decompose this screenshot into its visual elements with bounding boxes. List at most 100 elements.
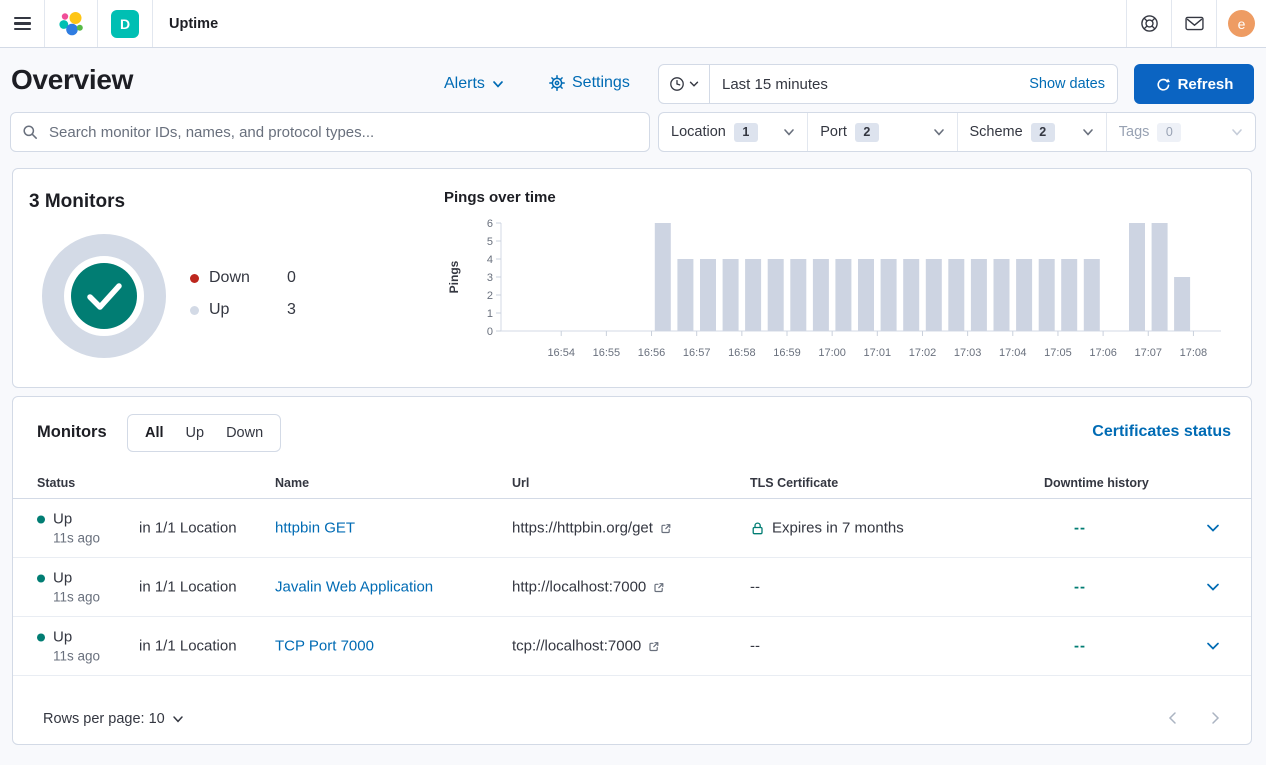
status-summary-panel: 3 Monitors Down0Up3 Pings over time 0123…: [12, 168, 1252, 388]
ping-bar: [1084, 259, 1100, 331]
column-header-name: Name: [275, 476, 309, 490]
svg-text:17:05: 17:05: [1044, 347, 1072, 359]
ping-bar: [835, 259, 851, 331]
filter-count-badge: 0: [1157, 123, 1181, 142]
filter-count-badge: 2: [855, 123, 879, 142]
table-row: Up11s ago in 1/1 Location Javalin Web Appl…: [13, 558, 1251, 617]
ping-bar: [1174, 277, 1190, 331]
filter-port[interactable]: Port2: [807, 113, 956, 151]
filter-group: Location1Port2Scheme2 Tags 0: [658, 112, 1256, 152]
chevron-down-icon: [1205, 638, 1221, 654]
certificates-status-link[interactable]: Certificates status: [1092, 423, 1231, 441]
location-cell: in 1/1 Location: [139, 579, 237, 596]
rows-per-page-label: Rows per page: 10: [43, 711, 165, 727]
svg-text:4: 4: [487, 254, 493, 266]
tab-up[interactable]: Up: [175, 425, 216, 441]
status-line: Up: [37, 511, 100, 528]
refresh-label: Refresh: [1178, 76, 1234, 93]
alerts-dropdown-button[interactable]: Alerts: [444, 75, 504, 93]
help-button[interactable]: [1127, 0, 1171, 47]
ping-bar: [994, 259, 1010, 331]
expand-row-button[interactable]: [1203, 518, 1223, 538]
page-title: Overview: [11, 64, 133, 96]
svg-text:17:06: 17:06: [1089, 347, 1117, 359]
monitor-url-link[interactable]: http://localhost:7000: [512, 579, 665, 596]
top-navigation-bar: D Uptime e: [0, 0, 1266, 48]
svg-text:6: 6: [487, 218, 493, 230]
ping-bar: [971, 259, 987, 331]
column-header-status: Status: [37, 476, 75, 490]
chevron-down-icon: [1205, 520, 1221, 536]
next-page-button[interactable]: [1205, 708, 1225, 728]
ping-bar: [813, 259, 829, 331]
legend-item-up: Up3: [190, 299, 296, 321]
time-range-value[interactable]: Last 15 minutes: [710, 76, 1023, 93]
clock-icon: [669, 76, 685, 92]
ping-bar: [655, 223, 671, 331]
alerts-label: Alerts: [444, 75, 485, 93]
svg-text:17:01: 17:01: [864, 347, 892, 359]
svg-text:16:57: 16:57: [683, 347, 711, 359]
status-cell: Up11s ago: [37, 570, 100, 605]
svg-text:5: 5: [487, 236, 493, 248]
menu-button[interactable]: [0, 0, 44, 47]
monitors-donut-chart: [39, 231, 169, 361]
ping-bar: [1129, 223, 1145, 331]
search-input[interactable]: [47, 123, 638, 142]
svg-text:Pings: Pings: [447, 260, 461, 293]
last-check-time: 11s ago: [53, 649, 100, 664]
rows-per-page-button[interactable]: Rows per page: 10: [37, 710, 190, 728]
status-cell: Up 11s ago: [37, 629, 100, 664]
ping-bar: [1152, 223, 1168, 331]
external-link-icon: [648, 640, 660, 652]
ping-bar: [745, 259, 761, 331]
deployment-badge[interactable]: D: [98, 0, 152, 47]
monitor-url-link[interactable]: https://httpbin.org/get: [512, 520, 672, 537]
tls-text: --: [750, 638, 760, 655]
elastic-logo[interactable]: [45, 0, 97, 47]
filter-tags[interactable]: Tags 0: [1106, 113, 1255, 151]
svg-text:17:02: 17:02: [909, 347, 937, 359]
newsfeed-button[interactable]: [1172, 0, 1216, 47]
chart-title: Pings over time: [444, 189, 556, 206]
elastic-logo-icon: [58, 11, 84, 37]
filter-scheme[interactable]: Scheme2: [957, 113, 1106, 151]
expand-row-button[interactable]: [1203, 636, 1223, 656]
url-text: https://httpbin.org/get: [512, 520, 653, 537]
refresh-button[interactable]: Refresh: [1134, 64, 1254, 104]
monitor-url-link[interactable]: tcp://localhost:7000: [512, 638, 660, 655]
hamburger-icon: [14, 17, 31, 31]
tab-down[interactable]: Down: [215, 425, 274, 441]
user-avatar[interactable]: e: [1228, 10, 1255, 37]
show-dates-link[interactable]: Show dates: [1023, 75, 1117, 93]
monitor-name-link[interactable]: httpbin GET: [275, 520, 355, 537]
status-line: Up: [37, 629, 100, 646]
up-status-dot: [37, 574, 45, 582]
status-legend: Down0Up3: [190, 267, 296, 331]
downtime-history-cell: --: [1074, 638, 1086, 655]
up-status-dot: [37, 515, 45, 523]
monitor-name-link[interactable]: Javalin Web Application: [275, 579, 433, 596]
expand-row-button[interactable]: [1203, 577, 1223, 597]
filter-count-badge: 2: [1031, 123, 1055, 142]
status-cell: Up11s ago: [37, 511, 100, 546]
chevron-down-icon: [1231, 126, 1243, 138]
filter-location[interactable]: Location1: [659, 113, 807, 151]
legend-label: Down: [209, 269, 287, 287]
monitor-name-link[interactable]: TCP Port 7000: [275, 638, 374, 655]
tab-all[interactable]: All: [134, 425, 175, 441]
status-filter-tabs: AllUpDown: [127, 414, 281, 452]
previous-page-button[interactable]: [1163, 708, 1183, 728]
tls-certificate-cell: --: [750, 579, 760, 596]
filter-label: Tags: [1119, 124, 1150, 140]
svg-text:17:03: 17:03: [954, 347, 982, 359]
lock-icon: [750, 521, 765, 536]
tls-certificate-cell: --: [750, 638, 760, 655]
ping-bar: [903, 259, 919, 331]
svg-text:17:07: 17:07: [1134, 347, 1162, 359]
ping-bar: [768, 259, 784, 331]
settings-button[interactable]: Settings: [549, 74, 630, 92]
chevron-down-icon: [933, 126, 945, 138]
last-check-time: 11s ago: [53, 590, 100, 605]
quick-select-time-button[interactable]: [659, 65, 710, 103]
